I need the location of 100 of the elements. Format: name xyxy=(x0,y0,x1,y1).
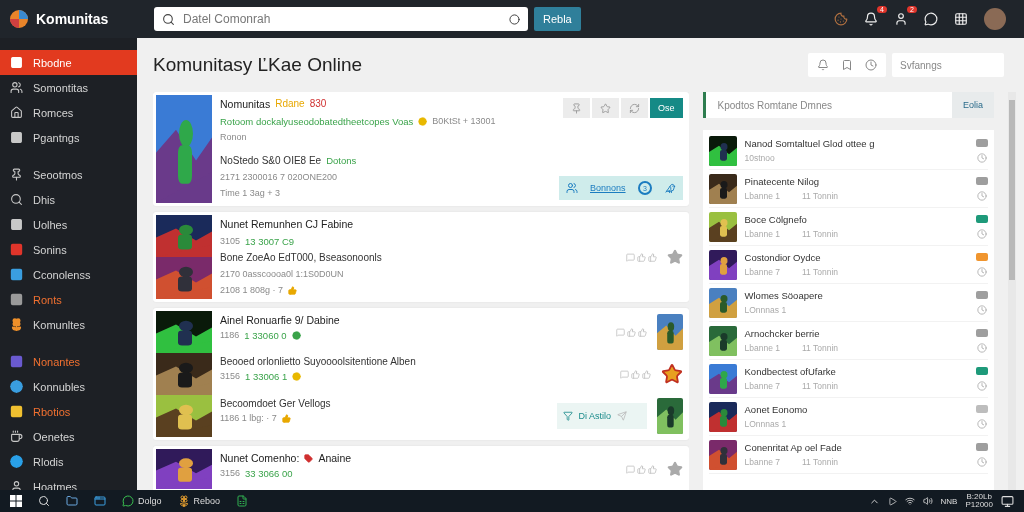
community-meta: LOnnnas 1 xyxy=(744,304,787,316)
community-title[interactable]: Pinatecente Nilog xyxy=(744,175,968,187)
sidebar-item[interactable]: Komunltes xyxy=(0,312,137,337)
reaction-icons xyxy=(619,369,651,379)
window-icon[interactable] xyxy=(94,495,106,507)
community-title[interactable]: Boce Cölgnefo xyxy=(744,213,968,225)
clock-icon xyxy=(977,418,987,429)
bell-icon[interactable] xyxy=(864,12,878,26)
sidebar-item[interactable]: Rbodne xyxy=(0,50,137,75)
filter-icon xyxy=(562,411,573,421)
open-button[interactable]: Ose xyxy=(650,98,683,118)
circle-icon xyxy=(509,13,520,25)
notification-icon[interactable] xyxy=(1001,494,1014,508)
community-title[interactable]: Kondbectest ofUfarke xyxy=(744,365,968,377)
coin-icon xyxy=(292,372,302,382)
cookie-icon[interactable] xyxy=(834,12,848,26)
sidebar-item[interactable]: Pgantngs xyxy=(0,125,137,150)
volume-icon[interactable] xyxy=(922,496,933,506)
grid-icon[interactable] xyxy=(954,12,968,26)
entry-text: 1186 1 lbg: · 7 xyxy=(220,413,277,424)
entry-text: Ronon xyxy=(220,132,247,143)
clock-date[interactable]: P12000 xyxy=(965,501,993,509)
members-link[interactable]: Bonnons xyxy=(590,183,626,193)
home-icon xyxy=(10,106,23,119)
community-title[interactable]: Costondior Oydce xyxy=(744,251,968,263)
entry-text: 1 33006 1 xyxy=(245,371,288,383)
entry-text: 2171 2300016 7 020ONE200 xyxy=(220,171,338,183)
sidebar-item[interactable]: Hoatmes xyxy=(0,474,137,490)
avatar[interactable] xyxy=(984,8,1006,30)
chat-icon[interactable] xyxy=(924,12,938,26)
star-icon[interactable] xyxy=(666,461,683,477)
entry-text: 3156 xyxy=(220,371,241,383)
brand-name: Komunitas xyxy=(36,11,109,27)
windows-icon[interactable] xyxy=(10,495,22,507)
community-title[interactable]: Nanod Somtaltuel Glod ottee g xyxy=(744,137,968,149)
thumbs-up-icon xyxy=(281,413,291,423)
square-icon xyxy=(10,56,23,69)
spreadsheet-icon[interactable] xyxy=(236,495,249,507)
entry-text: 830 xyxy=(309,98,327,111)
community-title[interactable]: Conenritat Ap oel Fade xyxy=(744,441,968,453)
cup-icon xyxy=(10,430,23,443)
community-title[interactable]: Aonet Eonomo xyxy=(744,403,968,415)
star-button[interactable] xyxy=(592,98,619,118)
language-indicator[interactable]: NNB xyxy=(940,496,958,506)
search-icon xyxy=(10,193,23,206)
entry-text: Nunet Comenho: xyxy=(220,452,300,465)
sort-dropdown[interactable]: Svfanngs xyxy=(892,53,1004,77)
wifi-icon[interactable] xyxy=(904,496,915,506)
sidebar-item[interactable]: Oenetes xyxy=(0,424,137,449)
clock-icon xyxy=(977,228,987,239)
clock-icon[interactable] xyxy=(865,59,877,71)
chat-icon xyxy=(122,495,134,507)
sidebar-item[interactable]: Ronts xyxy=(0,287,137,312)
sidebar-item[interactable]: Rlodis xyxy=(0,449,137,474)
users-icon xyxy=(10,81,23,94)
search-button[interactable]: Rebla xyxy=(534,7,581,31)
scrollbar[interactable] xyxy=(1009,100,1015,280)
community-meta: 11 Tonnin xyxy=(802,266,839,278)
action-button[interactable]: Di Astilo xyxy=(556,403,647,429)
search-icon[interactable] xyxy=(38,495,50,507)
community-meta: 11 Tonnin xyxy=(802,380,839,392)
entry-text: Dotons xyxy=(326,155,357,167)
community-meta: Lbanne 1 xyxy=(744,228,780,240)
play-icon[interactable] xyxy=(887,496,897,506)
community-meta: Lbanne 7 xyxy=(744,456,780,468)
entry-text: Rotoom dockalyuseodobatedtheetcopes Voas xyxy=(220,115,414,127)
entry-text: 13 3007 C9 xyxy=(245,235,295,247)
search-button[interactable]: Eolia xyxy=(952,92,994,118)
sidebar-item[interactable]: Nonantes xyxy=(0,349,137,374)
entry-text: Beooed orlonlietto Suyoooolsitentione Alben xyxy=(220,356,416,368)
taskbar-app[interactable]: Reboo xyxy=(177,495,221,507)
clock-time[interactable]: B:20Lb xyxy=(966,493,992,501)
sidebar-item[interactable]: Sonins xyxy=(0,237,137,262)
community-search-bar[interactable]: Kpodtos Romtane Dmnes Eolia xyxy=(702,92,994,118)
entry-text: Bone ZoeAo EdT000, Bseasonoonls xyxy=(220,252,382,264)
pin-icon xyxy=(571,102,582,114)
coin-icon xyxy=(418,116,428,126)
thumbs-up-icon xyxy=(288,285,298,295)
sidebar-item[interactable]: Cconolenss xyxy=(0,262,137,287)
community-meta: LOnnnas 1 xyxy=(744,418,787,430)
send-icon xyxy=(617,411,628,421)
sidebar-item[interactable]: Romces xyxy=(0,100,137,125)
user-icon[interactable] xyxy=(894,12,908,26)
taskbar-app[interactable]: Dolgo xyxy=(122,495,162,507)
sidebar-item[interactable]: Konnubles xyxy=(0,374,137,399)
sidebar-item[interactable]: Rbotios xyxy=(0,399,137,424)
sidebar-item[interactable]: Uolhes xyxy=(0,212,137,237)
entry-text: Time 1 3ag + 3 xyxy=(220,187,280,199)
bookmark-icon[interactable] xyxy=(841,59,853,71)
sidebar-item[interactable]: Dhis xyxy=(0,187,137,212)
search-bar[interactable]: Datel Comonrah xyxy=(154,7,528,31)
logo-icon xyxy=(10,10,28,28)
sidebar-item[interactable]: Seootmos xyxy=(0,162,137,187)
community-title[interactable]: Arnochcker berrie xyxy=(744,327,968,339)
star-icon[interactable] xyxy=(666,249,683,265)
entry-text: Anaine xyxy=(318,452,352,465)
folder-icon[interactable] xyxy=(66,495,78,507)
entry-text: Nomunitas xyxy=(220,98,271,111)
sidebar-item[interactable]: Somontitas xyxy=(0,75,137,100)
community-title[interactable]: Wlomes Söoapere xyxy=(744,289,968,301)
